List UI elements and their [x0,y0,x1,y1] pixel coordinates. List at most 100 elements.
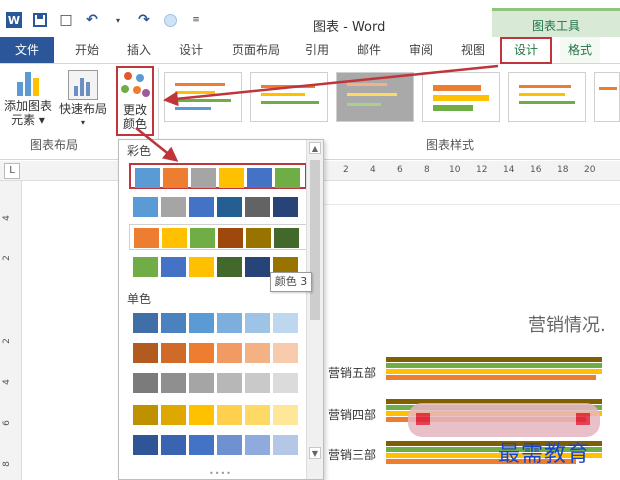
color-swatch [273,435,298,455]
tab-page-layout[interactable]: 页面布局 [226,37,286,63]
color-swatch [161,313,186,333]
customize-qat-icon[interactable]: ≡ [188,12,204,28]
ruler-tick: 2 [343,165,349,175]
color-swatch [189,257,214,277]
color-swatch [191,168,216,188]
chart-bar[interactable] [386,357,602,362]
ribbon-tabs: 文件 开始 插入 设计 页面布局 引用 邮件 审阅 视图 设计 格式 [0,37,620,64]
color-swatch [245,313,270,333]
tab-mailings[interactable]: 邮件 [352,37,386,63]
color-swatch [217,405,242,425]
color-swatch [273,373,298,393]
vruler-tick: 8 [1,461,12,467]
color-option-mono-5[interactable] [129,432,307,458]
quick-layout-button[interactable]: 快速布局 ▾ [56,70,110,130]
tab-chart-format[interactable]: 格式 [560,37,600,63]
change-colors-button[interactable]: 更改 颜色 [116,66,154,136]
color-swatch [161,435,186,455]
tab-view[interactable]: 视图 [456,37,490,63]
chart-bar[interactable] [386,363,602,368]
tab-insert[interactable]: 插入 [122,37,156,63]
add-chart-element-button[interactable]: 添加图表 元素 ▾ [2,70,54,127]
save-icon[interactable] [32,12,48,28]
quick-layout-icon [68,70,98,100]
tab-review[interactable]: 审阅 [404,37,438,63]
color-swatch [217,373,242,393]
color-swatch [273,343,298,363]
print-preview-icon[interactable]: □ [58,12,74,28]
category-label: 营销五部 [328,366,377,380]
ruler-tick: 8 [424,165,430,175]
vertical-ruler: 4 2 2 4 6 8 [0,181,22,480]
color-swatch [133,343,158,363]
quick-access-toolbar: W □ ↶ ▾ ↷ ≡ [6,12,204,28]
tab-design[interactable]: 设计 [174,37,208,63]
color-option-colorful-2[interactable] [129,194,307,220]
change-colors-label-1: 更改 [122,103,147,117]
color-swatch [273,197,298,217]
touch-mode-icon[interactable] [162,12,178,28]
chart-bar[interactable] [386,369,602,374]
color-swatch [189,435,214,455]
chart-style-1[interactable] [164,72,242,122]
undo-dropdown-icon[interactable]: ▾ [110,12,126,28]
color-swatch [273,313,298,333]
tab-file[interactable]: 文件 [0,37,54,63]
ruler-tick: 14 [503,165,515,175]
chart-title[interactable]: 营销情况. [528,311,606,337]
dropdown-scrollbar[interactable]: ▲ ▼ [306,140,323,479]
color-swatch [162,228,187,248]
colorful-section-header: 彩色 [127,144,152,158]
color-swatch [217,197,242,217]
vruler-tick: 2 [1,255,12,261]
ruler-tick: 16 [530,165,542,175]
chart-bar[interactable] [386,375,596,380]
resize-grip-icon[interactable]: •••• [209,469,232,478]
color-option-colorful-1[interactable] [129,163,307,189]
ruler-tick: 12 [476,165,488,175]
color-swatch [218,228,243,248]
chart-style-6[interactable] [594,72,620,122]
word-window: W □ ↶ ▾ ↷ ≡ 图表 - Word 图表工具 文件 开始 插入 设计 页… [0,0,620,480]
ruler-tick: 6 [397,165,403,175]
color-swatch [133,435,158,455]
word-app-icon: W [6,12,22,28]
scroll-up-icon[interactable]: ▲ [309,142,321,154]
undo-icon[interactable]: ↶ [84,12,100,28]
color-swatch [133,405,158,425]
change-colors-icon [120,71,150,101]
scroll-thumb[interactable] [310,160,320,320]
color-swatch [275,168,300,188]
quick-layout-dropdown: ▾ [80,118,85,127]
color-option-mono-2[interactable] [129,340,307,366]
title-bar: W □ ↶ ▾ ↷ ≡ 图表 - Word 图表工具 [0,0,620,37]
quick-layout-label: 快速布局 [58,102,107,116]
ruler-tick: 10 [449,165,461,175]
tab-home[interactable]: 开始 [70,37,104,63]
mono-section-header: 单色 [127,292,152,306]
scroll-down-icon[interactable]: ▼ [309,447,321,459]
color-swatch [133,313,158,333]
color-option-mono-4[interactable] [129,402,307,428]
tab-references[interactable]: 引用 [300,37,334,63]
color-swatch [190,228,215,248]
redo-icon[interactable]: ↷ [136,12,152,28]
tab-chart-design[interactable]: 设计 [500,37,552,64]
chart-style-3[interactable] [336,72,414,122]
color-option-mono-1[interactable] [129,310,307,336]
color-option-mono-3[interactable] [129,370,307,396]
color-swatch [161,197,186,217]
color-swatch [133,373,158,393]
color-swatch [245,435,270,455]
color-swatch [217,313,242,333]
chart-style-4[interactable] [422,72,500,122]
tab-selector[interactable]: L [4,163,20,179]
add-chart-element-label-1: 添加图表 [3,99,52,113]
color-swatch [161,257,186,277]
color-swatch [189,343,214,363]
page-boundary [300,204,620,205]
change-colors-label-2: 颜色 [122,117,147,131]
color-option-colorful-3[interactable] [129,224,307,250]
chart-style-5[interactable] [508,72,586,122]
chart-style-2[interactable] [250,72,328,122]
